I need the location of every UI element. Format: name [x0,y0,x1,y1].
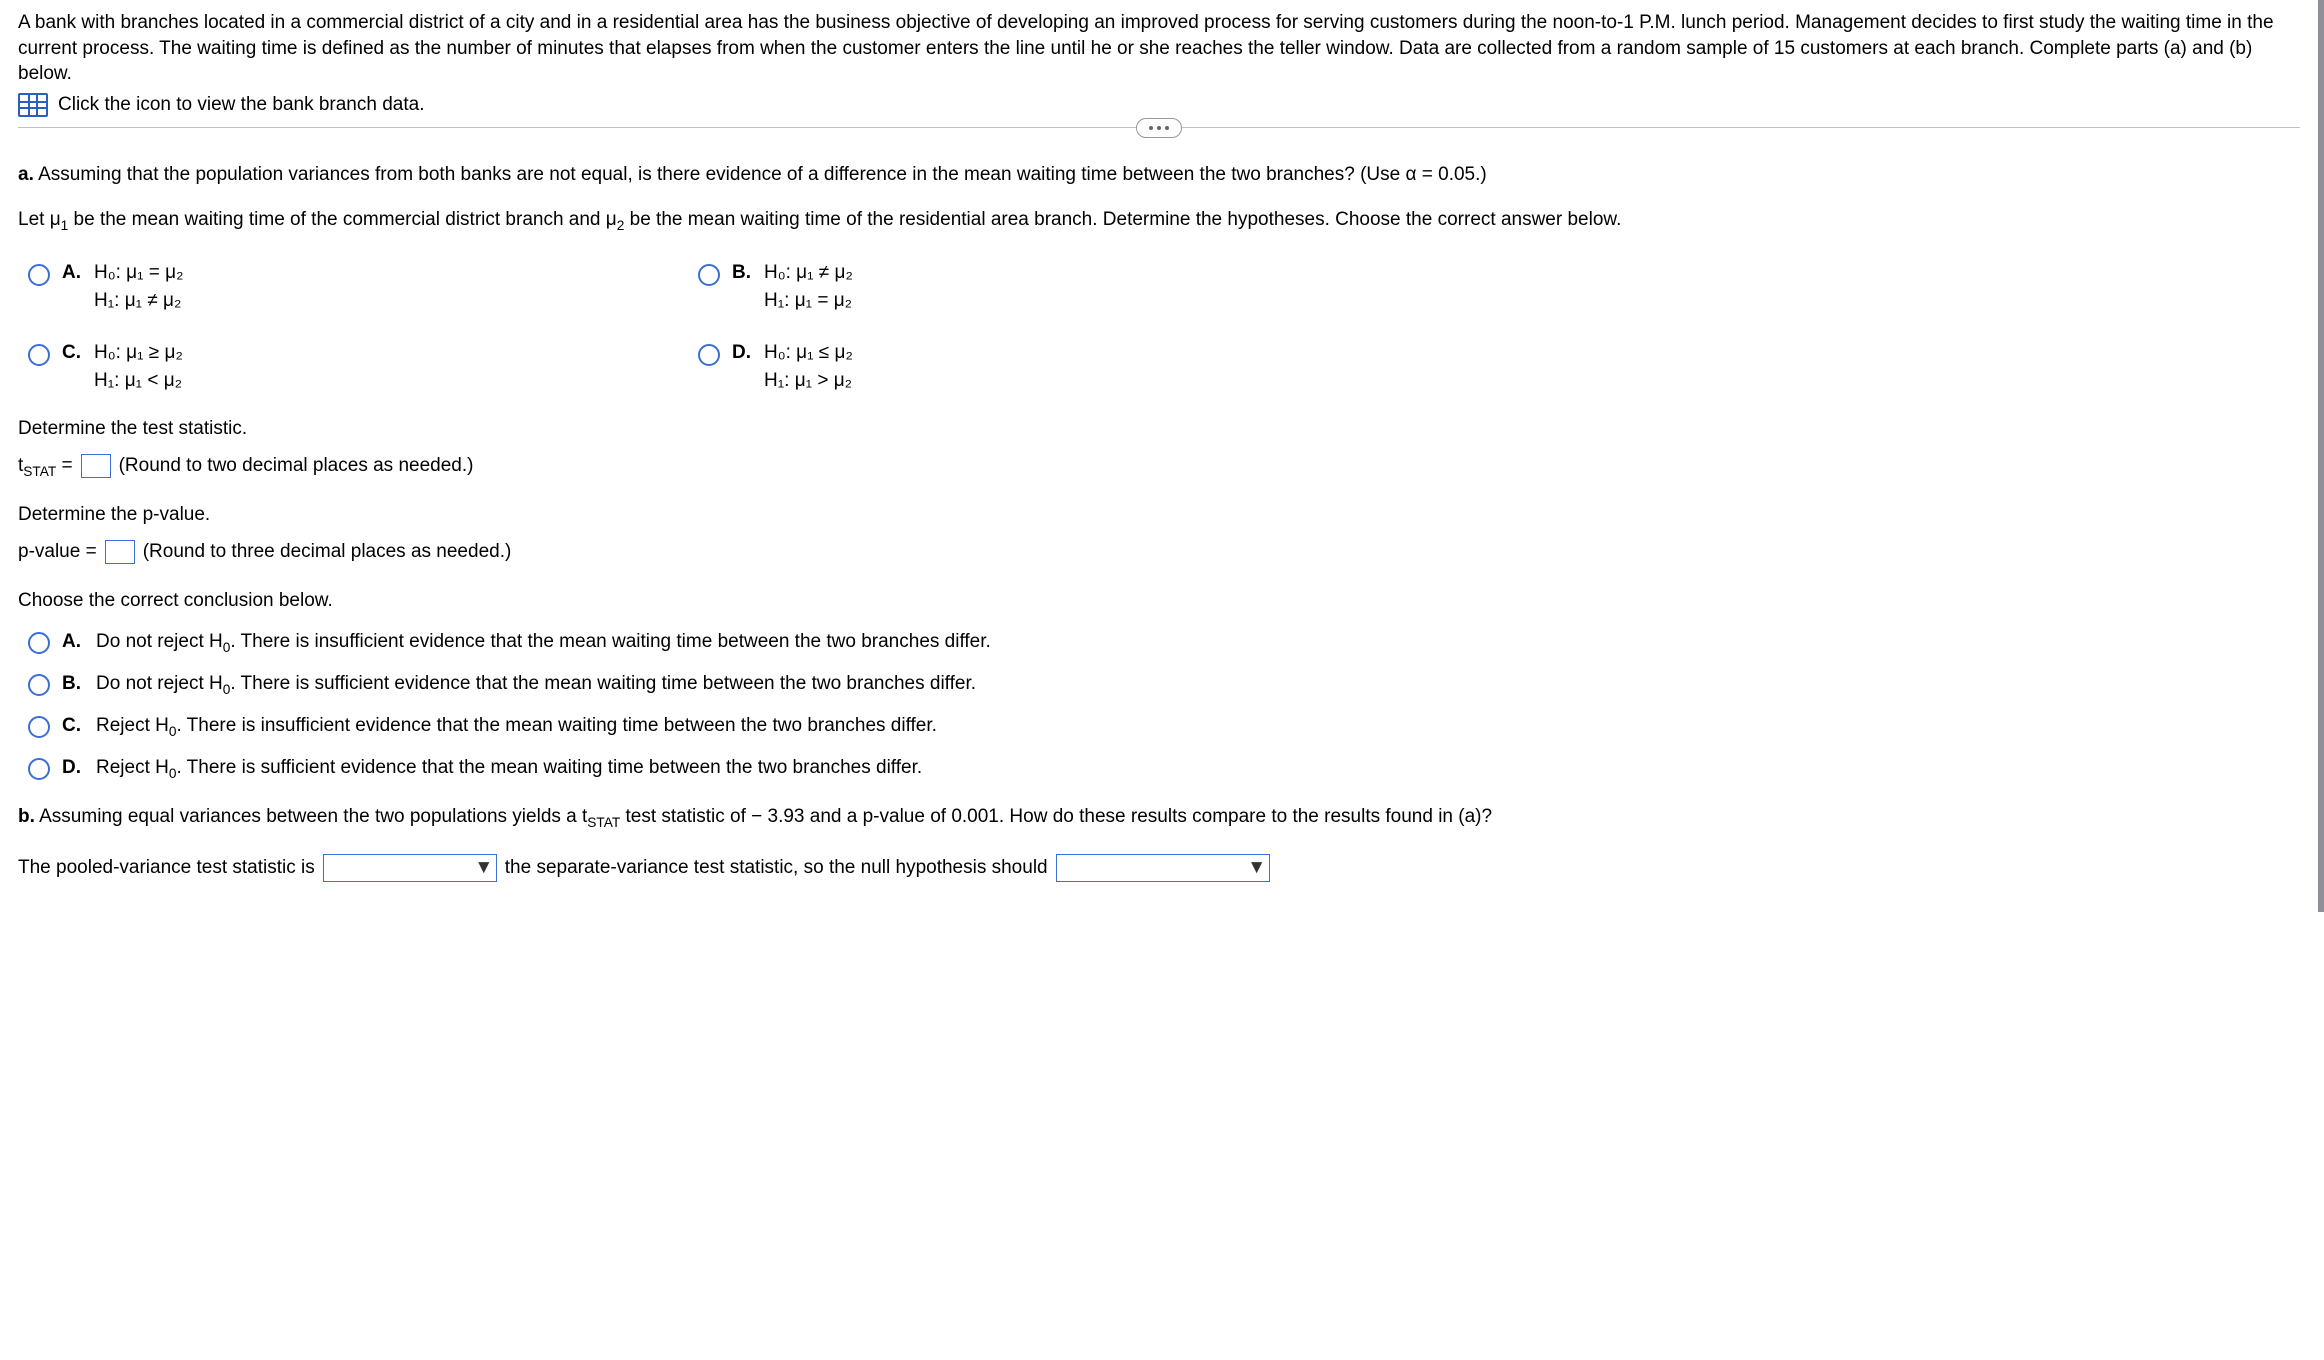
option-h1: H₁: μ₁ ≠ μ₂ [94,290,184,312]
conclusion-text: Reject H0. There is sufficient evidence … [96,757,922,781]
option-h1: H₁: μ₁ = μ₂ [764,290,853,312]
radio-a[interactable] [28,264,50,286]
pvalue-label: p-value = [18,541,97,563]
option-letter: C. [62,715,84,737]
hypothesis-option-c: C. H₀: μ₁ ≥ μ₂ H₁: μ₁ < μ₂ [28,342,658,392]
option-letter: A. [62,262,84,284]
conclusion-option-c: C. Reject H0. There is insufficient evid… [28,714,2300,738]
tstat-input[interactable] [81,454,111,478]
radio-concl-b[interactable] [28,674,50,696]
radio-concl-c[interactable] [28,716,50,738]
option-letter: C. [62,342,84,364]
conclusion-text: Do not reject H0. There is insufficient … [96,631,991,655]
option-h1: H₁: μ₁ < μ₂ [94,370,183,392]
tstat-prompt: Determine the test statistic. [18,418,2300,440]
chevron-down-icon: ▼ [1249,860,1265,876]
option-letter: B. [62,673,84,695]
option-letter: D. [732,342,754,364]
compare-select-1[interactable]: ▼ [323,854,497,882]
option-h0: H₀: μ₁ ≥ μ₂ [94,342,183,364]
option-letter: A. [62,631,84,653]
option-h0: H₀: μ₁ ≤ μ₂ [764,342,853,364]
part-a-let: Let μ1 be the mean waiting time of the c… [18,207,2300,235]
option-h0: H₀: μ₁ ≠ μ₂ [764,262,853,284]
option-letter: D. [62,757,84,779]
pvalue-input[interactable] [105,540,135,564]
hypothesis-option-a: A. H₀: μ₁ = μ₂ H₁: μ₁ ≠ μ₂ [28,262,658,312]
hypothesis-option-b: B. H₀: μ₁ ≠ μ₂ H₁: μ₁ = μ₂ [698,262,1328,312]
radio-c[interactable] [28,344,50,366]
radio-concl-a[interactable] [28,632,50,654]
radio-b[interactable] [698,264,720,286]
conclusion-prompt: Choose the correct conclusion below. [18,590,2300,612]
data-link-text[interactable]: Click the icon to view the bank branch d… [58,94,424,116]
conclusion-text: Do not reject H0. There is sufficient ev… [96,673,976,697]
conclusion-option-d: D. Reject H0. There is sufficient eviden… [28,756,2300,780]
conclusion-option-b: B. Do not reject H0. There is sufficient… [28,672,2300,696]
part-b-sentence-pre: The pooled-variance test statistic is [18,857,315,879]
compare-select-2[interactable]: ▼ [1056,854,1270,882]
chevron-down-icon: ▼ [476,860,492,876]
option-h0: H₀: μ₁ = μ₂ [94,262,184,284]
pvalue-hint: (Round to three decimal places as needed… [143,541,512,563]
option-letter: B. [732,262,754,284]
conclusion-option-a: A. Do not reject H0. There is insufficie… [28,630,2300,654]
pvalue-prompt: Determine the p-value. [18,504,2300,526]
problem-intro: A bank with branches located in a commer… [18,10,2300,87]
conclusion-text: Reject H0. There is insufficient evidenc… [96,715,937,739]
part-a-question: a. Assuming that the population variance… [18,162,2300,189]
tstat-hint: (Round to two decimal places as needed.) [119,455,474,477]
part-b-sentence-mid: the separate-variance test statistic, so… [505,857,1048,879]
part-b-question: b. Assuming equal variances between the … [18,804,2300,832]
option-h1: H₁: μ₁ > μ₂ [764,370,853,392]
radio-concl-d[interactable] [28,758,50,780]
tstat-label: tSTAT = [18,455,73,479]
hypothesis-option-d: D. H₀: μ₁ ≤ μ₂ H₁: μ₁ > μ₂ [698,342,1328,392]
expand-pill[interactable] [1136,118,1182,138]
table-icon[interactable] [18,93,48,117]
radio-d[interactable] [698,344,720,366]
